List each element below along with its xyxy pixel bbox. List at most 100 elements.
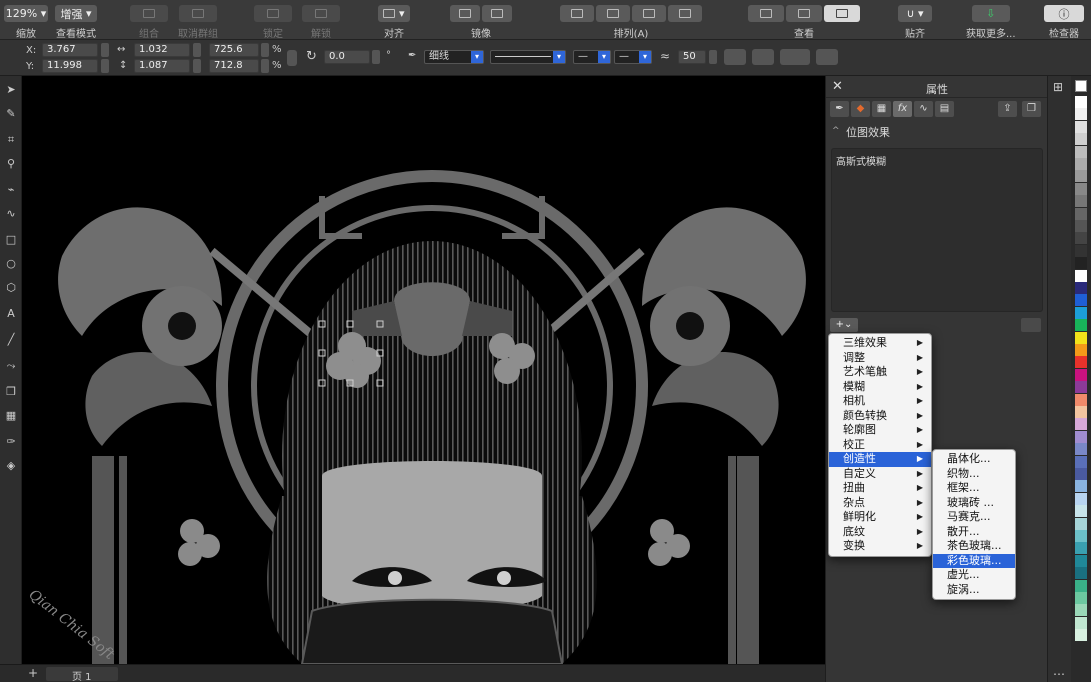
- docker-icon[interactable]: ⊞: [1053, 80, 1063, 94]
- color-swatch[interactable]: [1075, 480, 1087, 493]
- color-swatch[interactable]: [1075, 306, 1087, 319]
- color-swatch[interactable]: [1075, 468, 1087, 480]
- view-mode-dropdown[interactable]: 增强 ▾: [55, 5, 97, 22]
- submenu-item[interactable]: 马赛克...: [933, 510, 1015, 525]
- bezier-tool-icon[interactable]: ∿: [3, 206, 19, 222]
- color-swatch[interactable]: [1075, 455, 1087, 468]
- color-swatch[interactable]: [1075, 195, 1087, 208]
- text-tool-icon[interactable]: A: [3, 306, 19, 322]
- color-swatch[interactable]: [1075, 170, 1087, 183]
- menu-item[interactable]: 自定义 ▶: [829, 467, 931, 482]
- menu-item[interactable]: 鲜明化 ▶: [829, 510, 931, 525]
- color-swatch[interactable]: [1075, 418, 1087, 431]
- menu-item[interactable]: 杂点 ▶: [829, 496, 931, 511]
- menu-item[interactable]: 校正 ▶: [829, 438, 931, 453]
- color-swatch[interactable]: [1075, 554, 1087, 567]
- color-swatch[interactable]: [1075, 344, 1087, 356]
- color-swatch[interactable]: [1075, 530, 1087, 542]
- submenu-item[interactable]: 玻璃砖 ...: [933, 496, 1015, 511]
- more-icon[interactable]: …: [1053, 664, 1065, 678]
- color-swatch[interactable]: [1075, 430, 1087, 443]
- color-swatch[interactable]: [1075, 133, 1087, 146]
- tab-curve[interactable]: ∿: [914, 101, 933, 117]
- tab-fill[interactable]: ◆: [851, 101, 870, 117]
- submenu-item[interactable]: 晶体化...: [933, 452, 1015, 467]
- close-icon[interactable]: ✕: [832, 79, 843, 94]
- tab-transparency[interactable]: ▦: [872, 101, 891, 117]
- transparency-spinner[interactable]: [709, 50, 717, 64]
- menu-item[interactable]: 扭曲 ▶: [829, 481, 931, 496]
- color-swatch[interactable]: [1075, 232, 1087, 245]
- freehand-tool-icon[interactable]: ⌁: [3, 182, 19, 198]
- extra-button[interactable]: [816, 49, 838, 65]
- transparency-field[interactable]: 50: [678, 50, 706, 64]
- submenu-item[interactable]: 彩色玻璃...: [933, 553, 1015, 568]
- transparency-tool-icon[interactable]: ▦: [3, 408, 19, 424]
- x-position-field[interactable]: 3.767: [42, 43, 98, 57]
- menu-item[interactable]: 相机 ▶: [829, 394, 931, 409]
- height-spinner[interactable]: [193, 59, 201, 73]
- color-swatch[interactable]: [1075, 257, 1087, 270]
- color-swatch[interactable]: [1075, 145, 1087, 158]
- color-swatch[interactable]: [1075, 629, 1087, 642]
- polygon-tool-icon[interactable]: ⬡: [3, 280, 19, 296]
- effect-item[interactable]: 高斯式模糊: [836, 153, 886, 168]
- color-swatch[interactable]: [1075, 269, 1087, 282]
- color-swatch[interactable]: [1075, 592, 1087, 604]
- menu-item[interactable]: 创造性 ▶: [829, 452, 931, 467]
- submenu-item[interactable]: 框架...: [933, 481, 1015, 496]
- unlock-button[interactable]: [302, 5, 340, 22]
- scale-height-field[interactable]: 712.8: [209, 59, 259, 73]
- menu-item[interactable]: 艺术笔触 ▶: [829, 365, 931, 380]
- shape-tool-icon[interactable]: ✎: [3, 106, 19, 122]
- scale-width-field[interactable]: 725.6: [209, 43, 259, 57]
- y-position-field[interactable]: 11.998: [42, 59, 98, 73]
- scale-height-spinner[interactable]: [261, 59, 269, 73]
- color-swatch[interactable]: [1075, 517, 1087, 530]
- submenu-item[interactable]: 旋涡...: [933, 583, 1015, 598]
- mirror-vertical-button[interactable]: [482, 5, 512, 22]
- ungroup-button[interactable]: [179, 5, 217, 22]
- ellipse-tool-icon[interactable]: ○: [3, 256, 19, 272]
- menu-item[interactable]: 调整 ▶: [829, 351, 931, 366]
- color-swatch[interactable]: [1075, 406, 1087, 418]
- menu-item[interactable]: 轮廓图 ▶: [829, 423, 931, 438]
- color-swatch[interactable]: [1075, 443, 1087, 456]
- menu-item[interactable]: 颜色转换 ▶: [829, 409, 931, 424]
- submenu-item[interactable]: 茶色玻璃...: [933, 539, 1015, 554]
- menu-item[interactable]: 三维效果 ▶: [829, 336, 931, 351]
- color-swatch[interactable]: [1075, 356, 1087, 369]
- color-swatch[interactable]: [1075, 567, 1087, 580]
- tab-effects[interactable]: fx: [893, 101, 912, 117]
- color-swatch[interactable]: [1075, 368, 1087, 381]
- export-button[interactable]: ⇪: [998, 101, 1017, 117]
- get-more-button[interactable]: ⇩: [971, 5, 1010, 22]
- color-swatch[interactable]: [1075, 505, 1087, 518]
- arrange-backward-button[interactable]: [632, 5, 666, 22]
- color-swatch[interactable]: [1075, 182, 1087, 195]
- add-effect-button[interactable]: +⌄: [830, 318, 858, 332]
- snap-dropdown[interactable]: ∪ ▾: [898, 5, 932, 22]
- color-swatch[interactable]: [1075, 492, 1087, 505]
- color-swatch[interactable]: [1075, 579, 1087, 592]
- drawing-canvas[interactable]: Qian Chia Soft: [22, 76, 825, 664]
- width-spinner[interactable]: [193, 43, 201, 57]
- tab-outline[interactable]: ✒: [830, 101, 849, 117]
- color-swatch[interactable]: [1075, 542, 1087, 555]
- group-button[interactable]: [130, 5, 168, 22]
- end-arrow-dropdown[interactable]: — ▾: [614, 50, 652, 64]
- eyedropper-tool-icon[interactable]: ✑: [3, 434, 19, 450]
- color-swatch[interactable]: [1075, 319, 1087, 332]
- delete-effect-button[interactable]: [1021, 318, 1041, 332]
- color-swatch[interactable]: [1075, 120, 1087, 133]
- new-window-button[interactable]: ❐: [1022, 101, 1041, 117]
- color-swatch[interactable]: [1075, 158, 1087, 170]
- view-rulers-button[interactable]: [748, 5, 784, 22]
- menu-item[interactable]: 底纹 ▶: [829, 525, 931, 540]
- x-spinner[interactable]: [101, 43, 109, 57]
- zoom-tool-icon[interactable]: ⚲: [3, 156, 19, 172]
- height-field[interactable]: 1.087: [134, 59, 190, 73]
- page-tab[interactable]: 页 1: [72, 668, 92, 682]
- align-button[interactable]: ▾: [378, 5, 410, 22]
- color-swatch[interactable]: [1075, 381, 1087, 394]
